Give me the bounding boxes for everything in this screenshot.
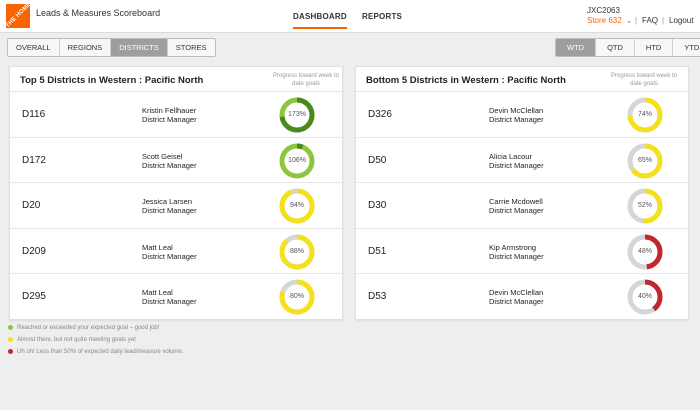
progress-header: Progress toward week to date goals (610, 73, 678, 87)
manager-name: Devin McClellan (489, 288, 544, 297)
yellow-dot-icon (8, 337, 13, 342)
user-id: JXC2063 (587, 6, 620, 15)
manager-role: District Manager (489, 160, 544, 170)
progress-donut: 65% (626, 142, 664, 180)
tab-regions[interactable]: REGIONS (59, 39, 112, 56)
legend-item-yellow: Almost there, but not quite meeting goal… (8, 337, 136, 343)
home-depot-logo[interactable]: THE HOME DEPOT (6, 4, 30, 28)
top-districts-card: Top 5 Districts in Western : Pacific Nor… (9, 66, 343, 320)
district-row[interactable]: D20 Jessica Larsen District Manager 94% (10, 182, 342, 229)
district-code: D172 (22, 154, 46, 166)
manager-name: Kristin Fellhauer (142, 106, 197, 115)
manager-role: District Manager (142, 115, 197, 124)
manager-name: Carrie Mcdowell (489, 197, 543, 206)
card-title: Top 5 Districts in Western : Pacific Nor… (20, 75, 204, 86)
legend-item-green: Reached or exceeded your expected goal –… (8, 325, 159, 331)
legend-text: Reached or exceeded your expected goal –… (17, 325, 160, 332)
district-row[interactable]: D116 Kristin Fellhauer District Manager 173… (10, 91, 342, 138)
legend-text: Almost there, but not quite meeting goal… (17, 337, 136, 344)
tab-districts[interactable]: DISTRICTS (111, 39, 168, 56)
red-dot-icon (8, 349, 13, 354)
bottom-districts-card: Bottom 5 Districts in Western : Pacific … (355, 66, 689, 320)
tab-htd[interactable]: HTD (634, 39, 674, 56)
manager-role: District Manager (489, 297, 544, 306)
logout-link[interactable]: Logout (669, 16, 693, 25)
manager-name: Matt Leal (142, 242, 173, 252)
district-row[interactable]: D326 Devin McClellan District Manager 74% (356, 91, 688, 138)
progress-percent: 173% (288, 111, 306, 118)
nav-tab-reports[interactable]: REPORTS (362, 12, 402, 21)
progress-donut: 48% (626, 233, 664, 271)
manager-role: District Manager (489, 115, 544, 124)
manager-name: Matt Leal (142, 288, 173, 297)
tab-wtd[interactable]: WTD (556, 39, 597, 56)
manager-name: Devin McClellan (489, 106, 544, 115)
card-title: Bottom 5 Districts in Western : Pacific … (366, 75, 566, 86)
progress-percent: 94% (289, 202, 304, 209)
progress-donut: 88% (278, 233, 316, 271)
progress-percent: 65% (637, 156, 652, 164)
progress-donut: 173% (278, 96, 316, 134)
nav-tab-dashboard[interactable]: DASHBOARD (293, 12, 347, 29)
tab-overall[interactable]: OVERALL (8, 39, 60, 56)
tab-stores[interactable]: STORES (167, 39, 215, 56)
progress-donut: 52% (626, 187, 664, 225)
district-code: D326 (368, 109, 392, 120)
manager-role: District Manager (489, 206, 544, 215)
faq-link[interactable]: FAQ (642, 16, 658, 25)
progress-donut: 80% (278, 278, 316, 316)
manager-role: District Manager (142, 160, 197, 170)
manager-role: District Manager (489, 251, 544, 261)
manager-role: District Manager (142, 297, 197, 306)
progress-percent: 80% (289, 293, 304, 300)
header-separator: | (635, 16, 638, 25)
district-row[interactable]: D209 Matt Leal District Manager 88% (10, 227, 342, 275)
progress-percent: 88% (289, 247, 304, 255)
app-title: Leads & Measures Scoreboard (36, 8, 161, 18)
legend-text: Uh oh! Less than 50% of expected daily l… (17, 349, 184, 356)
district-row[interactable]: D172 Scott Geisel District Manager 106% (10, 136, 342, 184)
manager-name: Alicia Lacour (489, 151, 532, 161)
header-separator: | (662, 16, 665, 25)
district-row[interactable]: D295 Matt Leal District Manager 80% (10, 273, 342, 320)
progress-percent: 52% (637, 202, 652, 209)
district-row[interactable]: D50 Alicia Lacour District Manager 65% (356, 136, 688, 184)
district-row[interactable]: D51 Kip Armstrong District Manager 48% (356, 227, 688, 275)
chevron-down-icon: ⌄ (625, 16, 633, 25)
view-tabs: OVERALL REGIONS DISTRICTS STORES (7, 38, 216, 57)
district-code: D51 (368, 245, 387, 257)
progress-donut: 106% (278, 142, 316, 180)
progress-percent: 74% (637, 111, 652, 118)
progress-donut: 94% (278, 187, 316, 225)
app-header: THE HOME DEPOT Leads & Measures Scoreboa… (0, 0, 700, 33)
progress-percent: 40% (637, 293, 652, 300)
progress-header: Progress toward week to date goals (272, 73, 340, 87)
progress-percent: 106% (288, 156, 306, 164)
progress-donut: 40% (626, 278, 664, 316)
green-dot-icon (8, 325, 13, 330)
tab-ytd[interactable]: YTD (673, 39, 700, 56)
store-selector[interactable]: Store 632 ⌄ (587, 16, 632, 25)
district-code: D295 (22, 291, 46, 302)
district-code: D20 (22, 200, 41, 211)
manager-name: Scott Geisel (142, 151, 183, 161)
manager-name: Kip Armstrong (489, 242, 537, 252)
logo-text: THE HOME DEPOT (6, 4, 30, 28)
legend-item-red: Uh oh! Less than 50% of expected daily l… (8, 349, 183, 355)
district-code: D30 (368, 200, 387, 211)
district-row[interactable]: D30 Carrie Mcdowell District Manager 52% (356, 182, 688, 229)
district-code: D116 (22, 109, 46, 120)
district-code: D209 (22, 245, 46, 257)
manager-role: District Manager (142, 251, 197, 261)
period-tabs: WTD QTD HTD YTD (555, 38, 700, 57)
store-label: Store 632 (587, 16, 622, 25)
district-code: D53 (368, 291, 387, 302)
district-row[interactable]: D53 Devin McClellan District Manager 40% (356, 273, 688, 320)
tab-qtd[interactable]: QTD (596, 39, 635, 56)
district-code: D50 (368, 154, 387, 166)
manager-name: Jessica Larsen (142, 197, 193, 206)
progress-percent: 48% (637, 247, 652, 255)
manager-role: District Manager (142, 206, 197, 215)
progress-donut: 74% (626, 96, 664, 134)
